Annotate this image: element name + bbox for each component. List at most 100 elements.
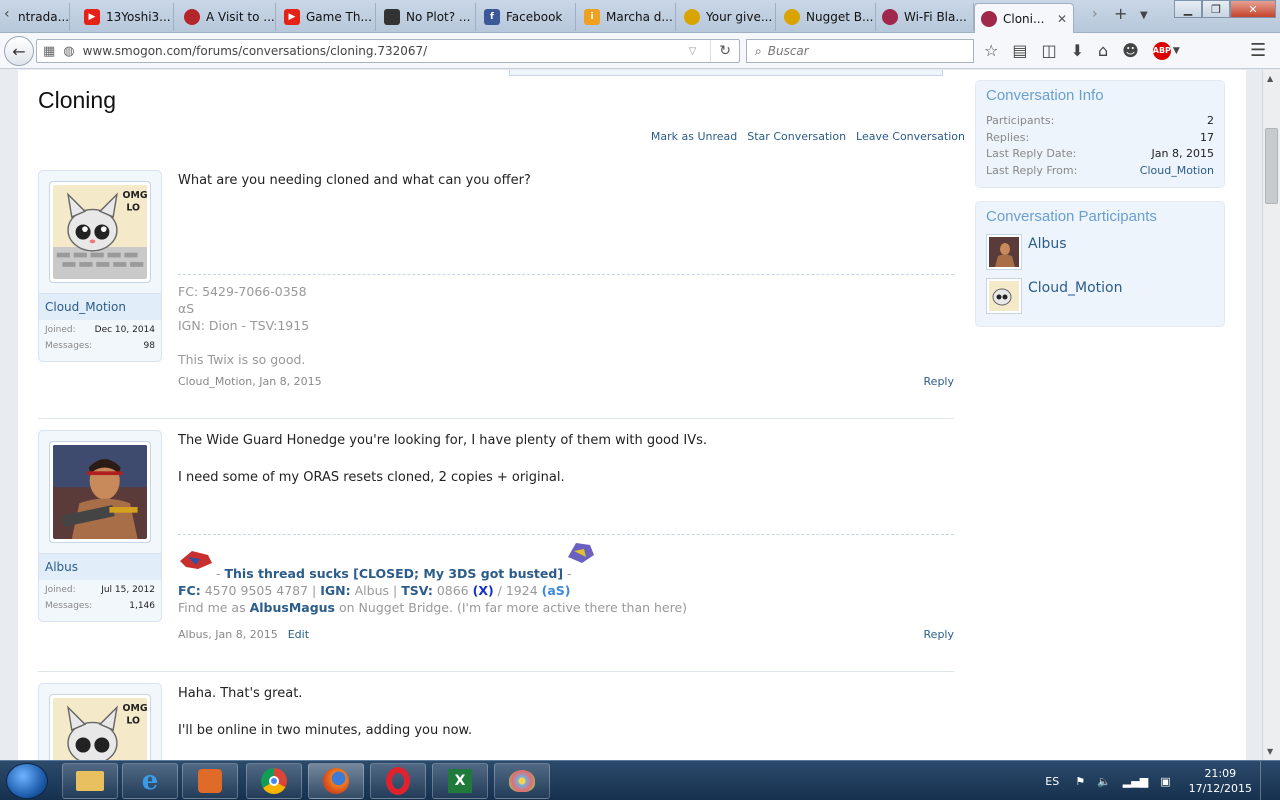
nugget-bridge-profile-link[interactable]: AlbusMagus <box>250 600 335 615</box>
tab-2[interactable]: A Visit to ... <box>178 3 276 31</box>
new-tab-icon[interactable]: + <box>1114 4 1127 23</box>
tv-icon <box>384 9 400 25</box>
search-field[interactable]: ⌕ Buscar <box>746 39 974 63</box>
post-author-date[interactable]: Cloud_Motion, Jan 8, 2015 <box>178 375 322 388</box>
clock[interactable]: 21:09 17/12/2015 <box>1189 766 1252 796</box>
taskbar: e X ES ⚑ 🔈 ▂▄▆ ▣ 21:09 17/12/2015 <box>0 760 1280 800</box>
language-indicator[interactable]: ES <box>1045 775 1059 788</box>
adblock-icon[interactable]: ABP ▼ <box>1153 41 1180 60</box>
info-row-participants: Participants: 2 <box>986 114 1214 127</box>
close-window-button[interactable]: ✕ <box>1230 0 1276 18</box>
leave-conversation-link[interactable]: Leave Conversation <box>856 130 965 143</box>
scroll-up-icon[interactable]: ▲ <box>1267 74 1273 83</box>
conversation-participants-box: Conversation Participants Albus Cloud_Mo… <box>975 201 1225 327</box>
svg-text:LO: LO <box>126 202 140 213</box>
username[interactable]: Cloud_Motion <box>39 293 161 320</box>
paint-taskbar-button[interactable] <box>494 763 550 799</box>
system-tray: ES ⚑ 🔈 ▂▄▆ ▣ 21:09 17/12/2015 <box>1045 761 1272 800</box>
star-conversation-link[interactable]: Star Conversation <box>747 130 846 143</box>
list-tabs-icon[interactable]: ▼ <box>1140 10 1148 21</box>
participant-item[interactable]: Albus <box>986 234 1214 270</box>
minimize-button[interactable]: ▁ <box>1174 0 1202 18</box>
participant-name[interactable]: Cloud_Motion <box>1028 280 1122 296</box>
info-row-last-reply-from: Last Reply From: Cloud_Motion <box>986 163 1214 180</box>
signal-icon[interactable]: ▂▄▆ <box>1123 775 1148 788</box>
excel-taskbar-button[interactable]: X <box>432 763 488 799</box>
bookmark-star-icon[interactable]: ☆ <box>984 41 998 60</box>
tab-6[interactable]: i Marcha d... <box>578 3 676 31</box>
opera-taskbar-button[interactable] <box>370 763 426 799</box>
network-icon[interactable]: ▣ <box>1160 775 1170 788</box>
restore-button[interactable]: ❐ <box>1202 0 1230 18</box>
reply-link[interactable]: Reply <box>924 628 954 641</box>
tab-8[interactable]: Nugget B... <box>778 3 876 31</box>
scrollbar-thumb[interactable] <box>1265 128 1278 204</box>
nugget-icon <box>684 9 700 25</box>
search-placeholder: Buscar <box>767 44 809 58</box>
explorer-taskbar-button[interactable] <box>62 763 118 799</box>
avatar[interactable] <box>986 234 1022 270</box>
mark-unread-link[interactable]: Mark as Unread <box>651 130 737 143</box>
tab-0[interactable]: ntrada... <box>12 3 70 31</box>
smogon-icon <box>981 10 997 27</box>
toolbar-icons: ☆ ▤ ◫ ⬇ ⌂ ☻ ABP ▼ <box>984 41 1180 60</box>
username[interactable]: Albus <box>39 553 161 580</box>
info-row-replies: Replies: 17 <box>986 130 1214 144</box>
url-bar[interactable]: ▦ ◍ www.smogon.com/forums/conversations/… <box>36 39 740 63</box>
chrome-taskbar-button[interactable] <box>246 763 302 799</box>
volume-icon[interactable]: 🔈 <box>1097 775 1111 788</box>
search-icon: ⌕ <box>755 43 762 58</box>
close-tab-icon[interactable]: ✕ <box>1057 12 1067 26</box>
scroll-down-icon[interactable]: ▼ <box>1267 747 1273 756</box>
chat-icon[interactable]: ☻ <box>1122 41 1139 60</box>
download-icon[interactable]: ⬇ <box>1071 41 1084 60</box>
tab-3[interactable]: ▶ Game Th... <box>278 3 376 31</box>
page-viewport: Cloning Mark as Unread Star Conversation… <box>0 70 1262 760</box>
reply-link[interactable]: Reply <box>924 375 954 388</box>
tabs-scroll-right-icon[interactable]: › <box>1092 6 1098 22</box>
avatar[interactable]: OMG LO <box>49 181 151 283</box>
action-center-icon[interactable]: ⚑ <box>1075 775 1085 788</box>
url-text[interactable]: www.smogon.com/forums/conversations/clon… <box>83 44 428 58</box>
conversation-info-title: Conversation Info <box>986 87 1104 104</box>
dropdown-arrow-icon[interactable]: ▽ <box>689 46 697 57</box>
tab-active[interactable]: Cloni... ✕ <box>974 3 1074 33</box>
back-button[interactable]: ← <box>4 36 34 66</box>
reload-icon[interactable]: ↻ <box>710 40 739 62</box>
post-divider <box>38 671 954 672</box>
ie-taskbar-button[interactable]: e <box>122 763 178 799</box>
user-stats: Joined: Jul 15, 2012 Messages: 1,146 <box>45 585 155 611</box>
tab-9[interactable]: Wi-Fi Bla... <box>876 3 974 31</box>
tsv-x-link[interactable]: (X) <box>473 583 494 598</box>
menu-icon[interactable]: ☰ <box>1250 40 1266 61</box>
avatar[interactable] <box>986 278 1022 314</box>
show-desktop-button[interactable] <box>1260 761 1272 800</box>
tsv-as-link[interactable]: (aS) <box>542 583 571 598</box>
tab-5[interactable]: f Facebook <box>478 3 576 31</box>
participant-item[interactable]: Cloud_Motion <box>986 278 1214 314</box>
tab-4[interactable]: No Plot? ... <box>378 3 476 31</box>
tab-7[interactable]: Your give... <box>678 3 776 31</box>
tabs-scroll-left-icon[interactable]: ‹ <box>4 6 10 22</box>
conversation-actions: Mark as Unread Star Conversation Leave C… <box>651 130 965 143</box>
edit-link[interactable]: Edit <box>288 628 309 641</box>
tab-1[interactable]: ▶ 13Yoshi3... <box>78 3 174 31</box>
forum-page: Cloning Mark as Unread Star Conversation… <box>18 70 1246 760</box>
reading-list-icon[interactable]: ▤ <box>1012 41 1027 60</box>
reader-view-icon[interactable]: ▦ <box>43 44 55 59</box>
avatar[interactable]: OMG LO <box>49 694 151 760</box>
avatar[interactable] <box>49 441 151 543</box>
post-author-date[interactable]: Albus, Jan 8, 2015 <box>178 628 278 641</box>
vertical-scrollbar[interactable]: ▲ ▼ <box>1262 70 1280 760</box>
start-button[interactable] <box>6 763 48 799</box>
user-block: OMG LO <box>38 683 162 760</box>
pokemon-sprite-icon <box>180 551 212 569</box>
last-reply-user-link[interactable]: Cloud_Motion <box>1140 163 1214 180</box>
svg-text:LO: LO <box>126 715 140 726</box>
user-stats: Joined: Dec 10, 2014 Messages: 98 <box>45 325 155 351</box>
pocket-icon[interactable]: ◫ <box>1041 41 1056 60</box>
participant-name[interactable]: Albus <box>1028 236 1067 252</box>
home-icon[interactable]: ⌂ <box>1098 41 1108 60</box>
firefox-taskbar-button[interactable] <box>308 763 364 799</box>
media-player-taskbar-button[interactable] <box>182 763 238 799</box>
